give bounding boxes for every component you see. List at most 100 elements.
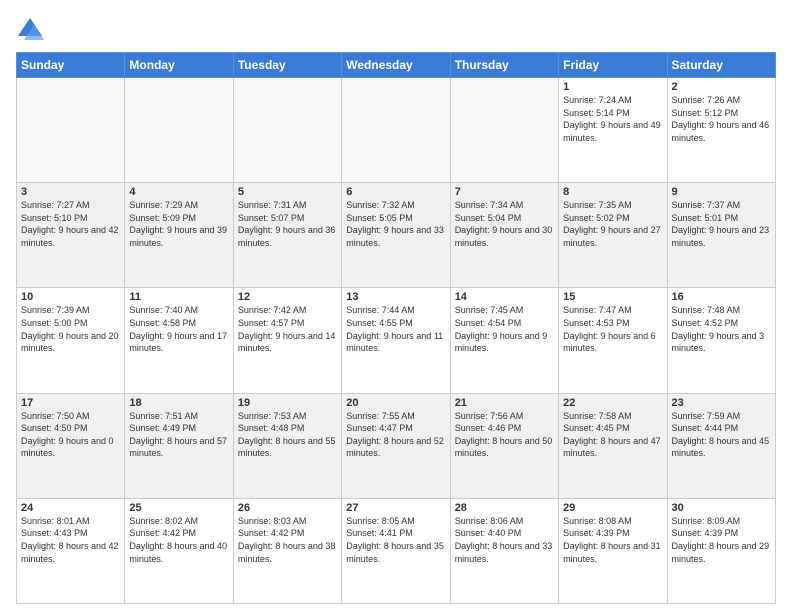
day-cell: 23Sunrise: 7:59 AM Sunset: 4:44 PM Dayli… (667, 393, 775, 498)
day-number: 8 (563, 186, 662, 198)
day-cell: 24Sunrise: 8:01 AM Sunset: 4:43 PM Dayli… (17, 498, 125, 603)
day-number: 24 (21, 502, 120, 514)
day-info: Sunrise: 7:29 AM Sunset: 5:09 PM Dayligh… (129, 199, 228, 249)
day-info: Sunrise: 7:40 AM Sunset: 4:58 PM Dayligh… (129, 304, 228, 354)
day-cell (233, 78, 341, 183)
day-cell: 9Sunrise: 7:37 AM Sunset: 5:01 PM Daylig… (667, 183, 775, 288)
day-cell: 30Sunrise: 8:09 AM Sunset: 4:39 PM Dayli… (667, 498, 775, 603)
day-info: Sunrise: 7:59 AM Sunset: 4:44 PM Dayligh… (672, 410, 771, 460)
day-cell: 6Sunrise: 7:32 AM Sunset: 5:05 PM Daylig… (342, 183, 450, 288)
logo-icon (16, 16, 44, 44)
day-cell: 13Sunrise: 7:44 AM Sunset: 4:55 PM Dayli… (342, 288, 450, 393)
day-cell: 16Sunrise: 7:48 AM Sunset: 4:52 PM Dayli… (667, 288, 775, 393)
day-cell: 3Sunrise: 7:27 AM Sunset: 5:10 PM Daylig… (17, 183, 125, 288)
day-cell: 29Sunrise: 8:08 AM Sunset: 4:39 PM Dayli… (559, 498, 667, 603)
day-number: 10 (21, 291, 120, 303)
day-number: 29 (563, 502, 662, 514)
day-cell: 8Sunrise: 7:35 AM Sunset: 5:02 PM Daylig… (559, 183, 667, 288)
day-info: Sunrise: 7:24 AM Sunset: 5:14 PM Dayligh… (563, 94, 662, 144)
day-info: Sunrise: 7:39 AM Sunset: 5:00 PM Dayligh… (21, 304, 120, 354)
day-info: Sunrise: 7:48 AM Sunset: 4:52 PM Dayligh… (672, 304, 771, 354)
day-number: 18 (129, 397, 228, 409)
day-cell: 28Sunrise: 8:06 AM Sunset: 4:40 PM Dayli… (450, 498, 558, 603)
day-number: 6 (346, 186, 445, 198)
day-number: 14 (455, 291, 554, 303)
day-number: 28 (455, 502, 554, 514)
day-number: 19 (238, 397, 337, 409)
day-cell: 26Sunrise: 8:03 AM Sunset: 4:42 PM Dayli… (233, 498, 341, 603)
day-number: 20 (346, 397, 445, 409)
day-number: 22 (563, 397, 662, 409)
day-number: 17 (21, 397, 120, 409)
day-cell (450, 78, 558, 183)
day-cell: 18Sunrise: 7:51 AM Sunset: 4:49 PM Dayli… (125, 393, 233, 498)
day-info: Sunrise: 8:08 AM Sunset: 4:39 PM Dayligh… (563, 515, 662, 565)
day-number: 25 (129, 502, 228, 514)
day-number: 4 (129, 186, 228, 198)
day-info: Sunrise: 7:53 AM Sunset: 4:48 PM Dayligh… (238, 410, 337, 460)
day-info: Sunrise: 8:02 AM Sunset: 4:42 PM Dayligh… (129, 515, 228, 565)
day-info: Sunrise: 7:37 AM Sunset: 5:01 PM Dayligh… (672, 199, 771, 249)
day-info: Sunrise: 8:03 AM Sunset: 4:42 PM Dayligh… (238, 515, 337, 565)
weekday-header-row: SundayMondayTuesdayWednesdayThursdayFrid… (17, 53, 776, 78)
day-cell: 21Sunrise: 7:56 AM Sunset: 4:46 PM Dayli… (450, 393, 558, 498)
day-number: 16 (672, 291, 771, 303)
weekday-header-sunday: Sunday (17, 53, 125, 78)
day-number: 12 (238, 291, 337, 303)
day-number: 21 (455, 397, 554, 409)
day-cell: 1Sunrise: 7:24 AM Sunset: 5:14 PM Daylig… (559, 78, 667, 183)
day-info: Sunrise: 7:31 AM Sunset: 5:07 PM Dayligh… (238, 199, 337, 249)
day-cell: 19Sunrise: 7:53 AM Sunset: 4:48 PM Dayli… (233, 393, 341, 498)
day-info: Sunrise: 7:45 AM Sunset: 4:54 PM Dayligh… (455, 304, 554, 354)
calendar: SundayMondayTuesdayWednesdayThursdayFrid… (16, 52, 776, 604)
day-cell: 7Sunrise: 7:34 AM Sunset: 5:04 PM Daylig… (450, 183, 558, 288)
header (16, 16, 776, 44)
day-cell: 17Sunrise: 7:50 AM Sunset: 4:50 PM Dayli… (17, 393, 125, 498)
day-info: Sunrise: 7:42 AM Sunset: 4:57 PM Dayligh… (238, 304, 337, 354)
day-cell: 27Sunrise: 8:05 AM Sunset: 4:41 PM Dayli… (342, 498, 450, 603)
day-cell: 14Sunrise: 7:45 AM Sunset: 4:54 PM Dayli… (450, 288, 558, 393)
day-info: Sunrise: 8:01 AM Sunset: 4:43 PM Dayligh… (21, 515, 120, 565)
day-info: Sunrise: 7:27 AM Sunset: 5:10 PM Dayligh… (21, 199, 120, 249)
weekday-header-wednesday: Wednesday (342, 53, 450, 78)
day-number: 1 (563, 81, 662, 93)
day-cell: 2Sunrise: 7:26 AM Sunset: 5:12 PM Daylig… (667, 78, 775, 183)
calendar-table: SundayMondayTuesdayWednesdayThursdayFrid… (16, 52, 776, 604)
day-number: 13 (346, 291, 445, 303)
day-cell: 20Sunrise: 7:55 AM Sunset: 4:47 PM Dayli… (342, 393, 450, 498)
day-cell: 11Sunrise: 7:40 AM Sunset: 4:58 PM Dayli… (125, 288, 233, 393)
weekday-header-thursday: Thursday (450, 53, 558, 78)
day-info: Sunrise: 7:44 AM Sunset: 4:55 PM Dayligh… (346, 304, 445, 354)
day-info: Sunrise: 7:32 AM Sunset: 5:05 PM Dayligh… (346, 199, 445, 249)
day-number: 5 (238, 186, 337, 198)
day-cell: 22Sunrise: 7:58 AM Sunset: 4:45 PM Dayli… (559, 393, 667, 498)
day-info: Sunrise: 7:51 AM Sunset: 4:49 PM Dayligh… (129, 410, 228, 460)
day-cell (125, 78, 233, 183)
day-cell: 12Sunrise: 7:42 AM Sunset: 4:57 PM Dayli… (233, 288, 341, 393)
day-info: Sunrise: 7:26 AM Sunset: 5:12 PM Dayligh… (672, 94, 771, 144)
day-info: Sunrise: 8:06 AM Sunset: 4:40 PM Dayligh… (455, 515, 554, 565)
week-row-4: 17Sunrise: 7:50 AM Sunset: 4:50 PM Dayli… (17, 393, 776, 498)
weekday-header-tuesday: Tuesday (233, 53, 341, 78)
day-info: Sunrise: 7:58 AM Sunset: 4:45 PM Dayligh… (563, 410, 662, 460)
day-number: 11 (129, 291, 228, 303)
day-info: Sunrise: 7:35 AM Sunset: 5:02 PM Dayligh… (563, 199, 662, 249)
day-info: Sunrise: 7:55 AM Sunset: 4:47 PM Dayligh… (346, 410, 445, 460)
day-cell: 15Sunrise: 7:47 AM Sunset: 4:53 PM Dayli… (559, 288, 667, 393)
day-number: 26 (238, 502, 337, 514)
day-number: 15 (563, 291, 662, 303)
day-cell: 25Sunrise: 8:02 AM Sunset: 4:42 PM Dayli… (125, 498, 233, 603)
day-number: 27 (346, 502, 445, 514)
week-row-2: 3Sunrise: 7:27 AM Sunset: 5:10 PM Daylig… (17, 183, 776, 288)
day-info: Sunrise: 7:50 AM Sunset: 4:50 PM Dayligh… (21, 410, 120, 460)
day-number: 3 (21, 186, 120, 198)
day-cell: 10Sunrise: 7:39 AM Sunset: 5:00 PM Dayli… (17, 288, 125, 393)
day-number: 2 (672, 81, 771, 93)
day-info: Sunrise: 7:47 AM Sunset: 4:53 PM Dayligh… (563, 304, 662, 354)
day-number: 30 (672, 502, 771, 514)
week-row-3: 10Sunrise: 7:39 AM Sunset: 5:00 PM Dayli… (17, 288, 776, 393)
day-info: Sunrise: 7:56 AM Sunset: 4:46 PM Dayligh… (455, 410, 554, 460)
day-number: 7 (455, 186, 554, 198)
day-info: Sunrise: 8:05 AM Sunset: 4:41 PM Dayligh… (346, 515, 445, 565)
day-info: Sunrise: 8:09 AM Sunset: 4:39 PM Dayligh… (672, 515, 771, 565)
